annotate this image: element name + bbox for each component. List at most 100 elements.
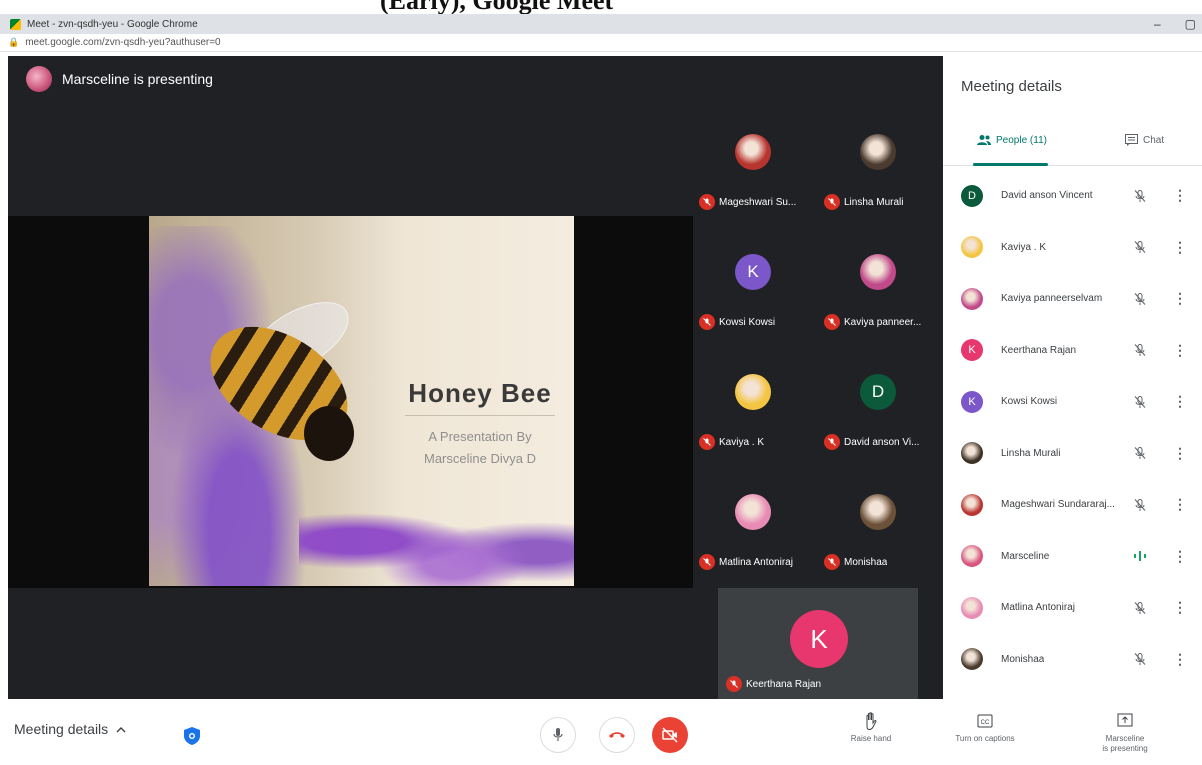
participant-tile[interactable]: K Kowsi Kowsi	[693, 224, 813, 342]
participant-name: Linsha Murali	[844, 196, 904, 208]
maximize-button[interactable]: ▢	[1185, 17, 1196, 31]
more-options-icon[interactable]: ⋮	[1173, 290, 1187, 307]
leave-call-button[interactable]	[599, 717, 635, 753]
mic-off-icon	[824, 554, 840, 570]
slide-image-bee-head	[304, 406, 354, 461]
people-list-item[interactable]: Monishaa ⋮	[943, 634, 1202, 686]
participant-avatar	[735, 494, 771, 530]
people-avatar	[961, 596, 983, 619]
more-options-icon[interactable]: ⋮	[1173, 187, 1187, 204]
more-options-icon[interactable]: ⋮	[1173, 496, 1187, 513]
people-list-item[interactable]: Kaviya panneerselvam ⋮	[943, 273, 1202, 325]
people-list-item[interactable]: D David anson Vincent ⋮	[943, 170, 1202, 222]
tab-people-label: People (11)	[996, 134, 1047, 146]
participant-label: Kaviya . K	[699, 434, 764, 450]
people-name: Kaviya . K	[1001, 241, 1047, 253]
participant-tile[interactable]: Monishaa	[818, 464, 938, 582]
people-list-item[interactable]: Matlina Antoniraj ⋮	[943, 582, 1202, 634]
mic-off-icon	[699, 554, 715, 570]
participant-label: David anson Vi...	[824, 434, 919, 450]
participant-tile[interactable]: Kaviya . K	[693, 344, 813, 462]
slide-divider	[405, 415, 555, 416]
people-name: David anson Vincent	[1001, 190, 1093, 202]
mic-off-icon	[824, 314, 840, 330]
more-options-icon[interactable]: ⋮	[1173, 548, 1187, 565]
people-list: D David anson Vincent ⋮ Kaviya . K ⋮ Kaviya p…	[943, 170, 1202, 685]
participant-name: Monishaa	[844, 556, 888, 568]
participant-label: Kowsi Kowsi	[699, 314, 775, 330]
mic-off-icon[interactable]	[1133, 343, 1147, 357]
participant-avatar	[860, 494, 896, 530]
more-options-icon[interactable]: ⋮	[1173, 239, 1187, 256]
shield-icon[interactable]	[184, 727, 200, 745]
tab-chat[interactable]: Chat	[1125, 134, 1164, 146]
self-video-tile[interactable]: K Keerthana Rajan	[718, 588, 918, 699]
panel-title: Meeting details	[961, 78, 1062, 95]
participant-label: Linsha Murali	[824, 194, 903, 210]
mic-off-icon	[726, 676, 742, 692]
participant-name: Mageshwari Su...	[719, 196, 797, 208]
mic-off-icon[interactable]	[1133, 395, 1147, 409]
raise-hand-button[interactable]: Raise hand	[831, 711, 911, 744]
people-list-item[interactable]: Mageshwari Sundararaj... ⋮	[943, 479, 1202, 531]
mic-off-icon	[699, 314, 715, 330]
tab-people[interactable]: People (11)	[977, 134, 1047, 146]
self-avatar: K	[790, 610, 848, 668]
participant-avatar	[860, 134, 896, 170]
meeting-details-label: Meeting details	[14, 721, 109, 737]
more-options-icon[interactable]: ⋮	[1173, 651, 1187, 668]
participant-tile[interactable]: D David anson Vi...	[818, 344, 938, 462]
url-text[interactable]: meet.google.com/zvn-qsdh-yeu?authuser=0	[25, 37, 220, 48]
people-list-item[interactable]: Marsceline ⋮	[943, 531, 1202, 583]
people-avatar: D	[961, 184, 983, 207]
svg-text:CC: CC	[981, 720, 990, 726]
more-options-icon[interactable]: ⋮	[1173, 342, 1187, 359]
microphone-button[interactable]	[540, 717, 576, 753]
people-list-item[interactable]: Linsha Murali ⋮	[943, 428, 1202, 480]
people-list-item[interactable]: K Kowsi Kowsi ⋮	[943, 376, 1202, 428]
participant-tile[interactable]: Kaviya panneer...	[818, 224, 938, 342]
participant-tile[interactable]: Matlina Antoniraj	[693, 464, 813, 582]
people-name: Monishaa	[1001, 653, 1045, 665]
participant-name: Matlina Antoniraj	[719, 556, 793, 568]
mic-off-icon[interactable]	[1133, 292, 1147, 306]
meet-favicon-icon	[10, 18, 21, 30]
mic-off-icon[interactable]	[1133, 446, 1147, 460]
mic-off-icon[interactable]	[1133, 189, 1147, 203]
tab-chat-label: Chat	[1143, 134, 1165, 146]
address-bar[interactable]: 🔒 meet.google.com/zvn-qsdh-yeu?authuser=…	[0, 34, 1202, 52]
camera-toggle-button[interactable]	[652, 717, 688, 753]
more-options-icon[interactable]: ⋮	[1173, 393, 1187, 410]
self-name: Keerthana Rajan	[746, 678, 822, 690]
slide-image-lavender	[299, 486, 574, 586]
participant-tile[interactable]: Linsha Murali	[818, 104, 938, 222]
mic-off-icon	[824, 434, 840, 450]
mic-off-icon[interactable]	[1133, 601, 1147, 615]
people-list-item[interactable]: Kaviya . K ⋮	[943, 222, 1202, 274]
present-icon	[1117, 713, 1133, 727]
participant-label: Matlina Antoniraj	[699, 554, 793, 570]
participant-name: Kowsi Kowsi	[719, 316, 776, 328]
mic-off-icon[interactable]	[1133, 652, 1147, 666]
presenter-avatar	[26, 66, 52, 92]
meeting-details-button[interactable]: Meeting details	[14, 721, 126, 737]
participant-tile[interactable]: Mageshwari Su...	[693, 104, 813, 222]
people-avatar	[961, 648, 983, 671]
people-name: Kowsi Kowsi	[1001, 396, 1058, 408]
more-options-icon[interactable]: ⋮	[1173, 445, 1187, 462]
participant-label: Mageshwari Su...	[699, 194, 796, 210]
minimize-button[interactable]: –	[1154, 17, 1161, 31]
mic-off-icon[interactable]	[1133, 240, 1147, 254]
side-panel: Meeting details People (11) Chat D David …	[943, 56, 1202, 699]
present-label-line-1: Marsceline	[1105, 734, 1145, 743]
people-avatar	[961, 236, 983, 259]
more-options-icon[interactable]: ⋮	[1173, 599, 1187, 616]
captions-button[interactable]: CC Turn on captions	[945, 711, 1025, 744]
mic-off-icon[interactable]	[1133, 498, 1147, 512]
mic-off-icon	[699, 194, 715, 210]
people-list-item[interactable]: K Keerthana Rajan ⋮	[943, 325, 1202, 377]
slide-subtitle: A Presentation By Marsceline Divya D	[395, 426, 565, 470]
participant-avatar: D	[860, 374, 896, 410]
captions-icon: CC	[977, 714, 993, 728]
present-now-button[interactable]: Marsceline is presenting	[1085, 711, 1165, 754]
